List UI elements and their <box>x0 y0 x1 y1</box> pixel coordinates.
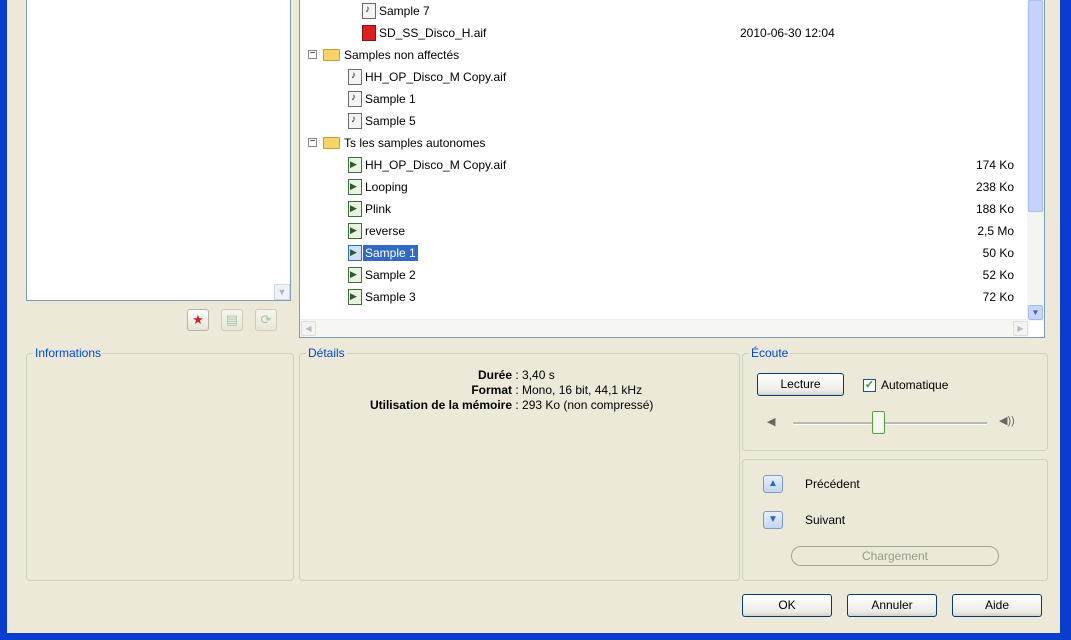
volume-high-icon: ◀)) <box>999 415 1015 427</box>
play-button[interactable]: Lecture <box>757 373 844 396</box>
tree-item[interactable]: HH_OP_Disco_M Copy.aif 174 Ko <box>344 153 1014 176</box>
tree-folder[interactable]: − Ts les samples autonomes <box>308 132 485 154</box>
loading-progress: Chargement <box>791 546 999 566</box>
arrow-up-icon[interactable]: ▲ <box>763 475 783 493</box>
tree-item-label: Sample 3 <box>365 290 416 304</box>
waveform-file-icon <box>348 285 362 307</box>
tree-item[interactable]: HH_OP_Disco_M Copy.aif <box>344 65 507 88</box>
ok-button[interactable]: OK <box>742 594 832 617</box>
tree-item-label: Looping <box>365 180 408 194</box>
tree-item[interactable]: Looping 238 Ko <box>344 175 1014 198</box>
waveform-file-icon <box>348 153 362 175</box>
informations-group: Informations <box>26 346 294 581</box>
format-value: Mono, 16 bit, 44,1 kHz <box>522 383 643 397</box>
refresh-icon: ⟳ <box>260 312 272 327</box>
tree-item[interactable]: Sample 1 <box>344 87 416 110</box>
tree-folder[interactable]: − Samples non affectés <box>308 44 459 66</box>
tree-item-label: HH_OP_Disco_M Copy.aif <box>365 158 507 172</box>
collapse-icon[interactable]: − <box>308 137 317 147</box>
auto-checkbox[interactable]: ✓ <box>863 379 876 392</box>
tree-item[interactable]: Sample 5 <box>344 109 416 132</box>
tree-item-label: Sample 1 <box>363 245 418 261</box>
volume-thumb[interactable] <box>872 411 885 434</box>
sample-file-icon <box>362 0 376 21</box>
tree-item-selected[interactable]: Sample 1 50 Ko <box>344 241 1014 264</box>
waveform-file-icon <box>348 219 362 241</box>
toolbar-button-3[interactable]: ⟳ <box>255 309 277 331</box>
auto-label: Automatique <box>881 378 949 392</box>
tree-item-size: 174 Ko <box>975 158 1014 172</box>
details-group: Détails Durée Format Utilisation de la m… <box>299 346 740 581</box>
scroll-down-arrow[interactable]: ▼ <box>1028 305 1043 320</box>
toolbar-button-2[interactable]: ▤ <box>221 309 243 331</box>
tree-item-label: SD_SS_Disco_H.aif <box>379 26 487 40</box>
duration-value: 3,40 s <box>522 368 555 382</box>
sample-file-icon <box>348 87 362 109</box>
waveform-file-icon <box>348 197 362 219</box>
navigation-group: ▲ Précédent ▼ Suivant Chargement <box>742 459 1048 581</box>
collapse-icon[interactable]: − <box>308 49 317 59</box>
tree-item-label: Plink <box>365 202 392 216</box>
tree-item-size: 50 Ko <box>982 246 1014 260</box>
arrow-down-icon[interactable]: ▼ <box>763 511 783 529</box>
scroll-right-arrow[interactable]: ▶ <box>1013 321 1028 336</box>
tree-item-label: Sample 2 <box>365 268 416 282</box>
tree-item-size: 188 Ko <box>975 202 1014 216</box>
tree-horizontal-scrollbar[interactable]: ◀ ▶ <box>300 319 1029 337</box>
star-icon: ★ <box>192 312 204 327</box>
waveform-file-icon <box>348 241 362 263</box>
next-label[interactable]: Suivant <box>805 513 845 527</box>
memory-label: Utilisation de la mémoire <box>369 398 512 412</box>
tree-item-label: Sample 5 <box>365 114 416 128</box>
waveform-file-icon <box>348 175 362 197</box>
tree-item-date: 2010-06-30 12:04 <box>740 26 835 40</box>
folder-icon <box>323 137 340 149</box>
tree-folder-label: Samples non affectés <box>344 48 460 62</box>
sample-file-icon <box>348 109 362 131</box>
tree-vertical-scrollbar[interactable]: ▼ <box>1027 0 1044 321</box>
tree-item-size: 2,5 Mo <box>977 224 1014 238</box>
tree-item[interactable]: Sample 3 72 Ko <box>344 285 1014 308</box>
details-values: : 3,40 s : Mono, 16 bit, 44,1 kHz : 293 … <box>512 368 654 412</box>
cancel-button[interactable]: Annuler <box>847 594 937 617</box>
help-button[interactable]: Aide <box>952 594 1042 617</box>
tree-item-size: 52 Ko <box>982 268 1014 282</box>
ecoute-title: Écoute <box>749 346 791 360</box>
scroll-down-arrow[interactable]: ▼ <box>274 284 290 300</box>
duration-label: Durée <box>477 368 512 382</box>
tree-item-label: Sample 7 <box>379 4 430 18</box>
tree-item-label: reverse <box>365 224 406 238</box>
tree-item-size: 72 Ko <box>982 290 1014 304</box>
tree-item-label: Sample 1 <box>365 92 416 106</box>
tree-item-label: HH_OP_Disco_M Copy.aif <box>365 70 507 84</box>
volume-low-icon: ◀ <box>767 416 776 428</box>
waveform-file-icon <box>348 263 362 285</box>
document-icon: ▤ <box>225 312 239 327</box>
tree-item[interactable]: Sample 7 <box>360 0 430 22</box>
details-title: Détails <box>306 346 347 360</box>
dialog-client: ▼ ★ ▤ ⟳ Sample 7 SD_SS_Disco_H.aif 2010-… <box>7 0 1060 633</box>
previous-label[interactable]: Précédent <box>805 477 860 491</box>
tree-folder-label: Ts les samples autonomes <box>344 136 486 150</box>
scrollbar-thumb[interactable] <box>1028 0 1043 212</box>
tree-item[interactable]: SD_SS_Disco_H.aif 2010-06-30 12:04 <box>360 22 1030 44</box>
tree-item-size: 238 Ko <box>975 180 1014 194</box>
left-list-box[interactable]: ▼ <box>26 0 291 301</box>
dialog-frame: ▼ ★ ▤ ⟳ Sample 7 SD_SS_Disco_H.aif 2010-… <box>0 0 1071 640</box>
add-favorite-button[interactable]: ★ <box>187 309 209 331</box>
sample-tree[interactable]: Sample 7 SD_SS_Disco_H.aif 2010-06-30 12… <box>299 0 1045 338</box>
details-labels: Durée Format Utilisation de la mémoire <box>300 368 512 413</box>
tree-item[interactable]: Plink 188 Ko <box>344 197 1014 220</box>
aif-file-icon <box>362 25 376 41</box>
informations-title: Informations <box>33 346 104 360</box>
tree-item[interactable]: Sample 2 52 Ko <box>344 263 1014 286</box>
memory-value: 293 Ko (non compressé) <box>522 398 654 412</box>
scroll-left-arrow[interactable]: ◀ <box>301 321 316 336</box>
ecoute-group: Écoute Lecture ✓ Automatique ◀ ◀)) <box>742 346 1048 451</box>
sample-file-icon <box>348 65 362 87</box>
folder-icon <box>323 49 340 61</box>
tree-item[interactable]: reverse 2,5 Mo <box>344 219 1014 242</box>
volume-track[interactable] <box>793 422 987 425</box>
format-label: Format <box>471 383 512 397</box>
